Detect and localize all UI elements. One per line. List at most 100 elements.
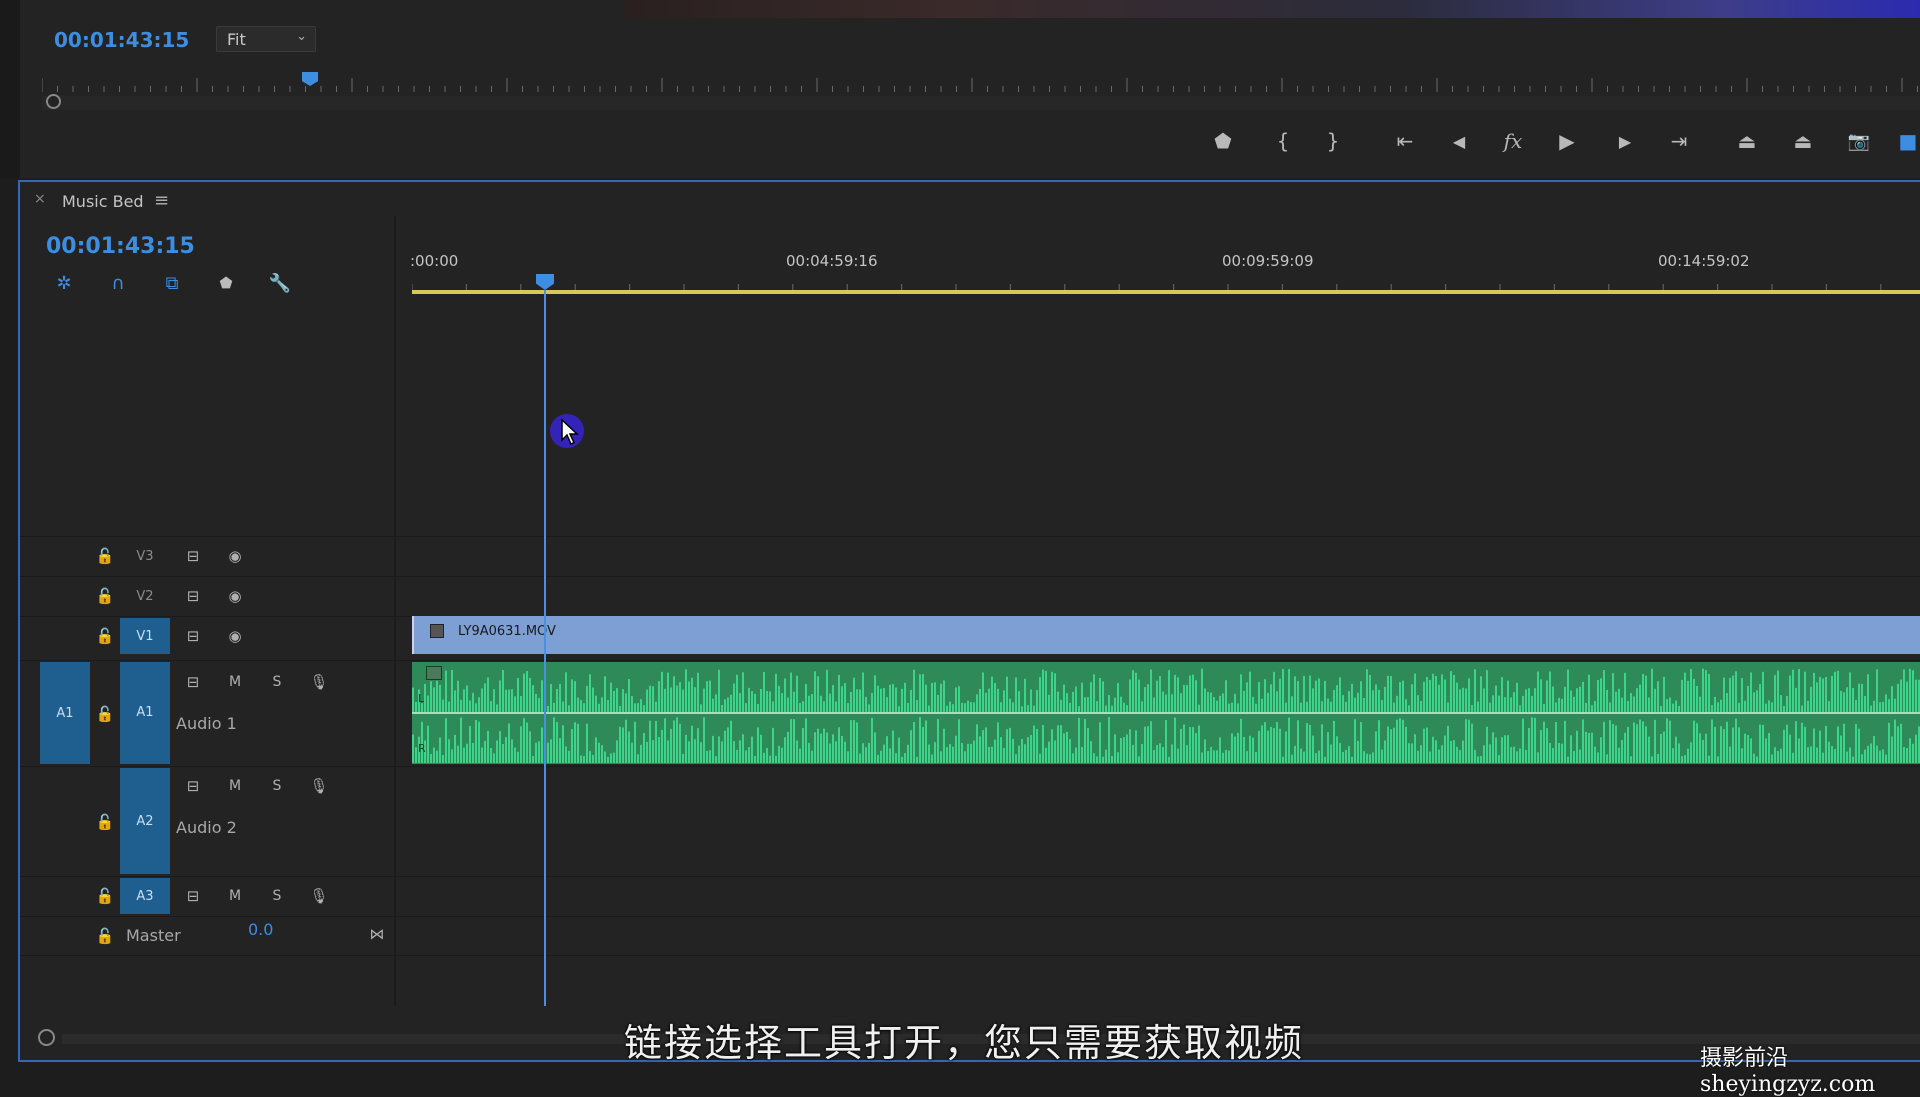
lock-icon[interactable]: 🔓	[96, 704, 115, 724]
sync-lock-icon[interactable]: ⊟	[180, 544, 206, 568]
go-to-out-icon[interactable]: ⇥	[1664, 128, 1694, 154]
export-frame-icon[interactable]: 📷	[1844, 128, 1874, 154]
track-label-a2[interactable]: A2	[120, 768, 170, 874]
eye-icon[interactable]: ◉	[222, 624, 248, 648]
solo-button[interactable]: S	[264, 884, 290, 908]
waveform-bar	[766, 748, 768, 763]
audio-clip[interactable]: L R	[412, 662, 1920, 764]
waveform-bar	[1243, 736, 1245, 763]
waveform-bar	[1324, 680, 1326, 712]
step-forward-icon[interactable]: ▶	[1610, 128, 1640, 154]
microphone-icon[interactable]: 🎙	[306, 884, 332, 908]
lock-icon[interactable]: 🔓	[96, 626, 115, 646]
eye-icon[interactable]: ◉	[222, 544, 248, 568]
waveform-bar	[1717, 756, 1719, 763]
solo-button[interactable]: S	[264, 670, 290, 694]
go-to-edit-point-icon[interactable]: ⋈	[364, 922, 390, 946]
waveform-bar	[499, 731, 501, 763]
sequence-tab[interactable]: Music Bed	[62, 192, 144, 211]
waveform-bar	[1120, 696, 1122, 712]
work-area-bar[interactable]	[412, 290, 1920, 294]
waveform-bar	[550, 739, 552, 763]
timeline-zoom-handle[interactable]	[38, 1029, 55, 1046]
monitor-timecode[interactable]: 00:01:43:15	[54, 28, 189, 52]
extract-icon[interactable]: ⏏	[1788, 128, 1818, 154]
waveform-bar	[1204, 688, 1206, 712]
track-label-v3[interactable]: V3	[120, 538, 170, 574]
lock-icon[interactable]: 🔓	[96, 812, 115, 832]
sync-lock-icon[interactable]: ⊟	[180, 670, 206, 694]
volume-line[interactable]	[412, 712, 1920, 714]
track-label-v1[interactable]: V1	[120, 618, 170, 654]
monitor-zoom-handle[interactable]	[46, 94, 61, 109]
step-back-icon[interactable]: ◀	[1444, 128, 1474, 154]
track-label-a3[interactable]: A3	[120, 878, 170, 914]
sync-lock-icon[interactable]: ⊟	[180, 584, 206, 608]
solo-button[interactable]: S	[264, 774, 290, 798]
panel-menu-icon[interactable]: ≡	[154, 190, 169, 211]
timeline-timecode[interactable]: 00:01:43:15	[46, 234, 195, 259]
lock-icon[interactable]: 🔓	[96, 546, 115, 566]
waveform-bar	[1228, 703, 1230, 712]
video-clip[interactable]: LY9A0631.MOV	[412, 616, 1920, 654]
linked-selection-icon[interactable]: ⧉	[158, 270, 186, 296]
waveform-bar	[1492, 732, 1494, 763]
playhead-line[interactable]	[544, 290, 546, 1006]
waveform-bar	[1519, 748, 1521, 763]
waveform-bar	[1096, 701, 1098, 712]
lock-icon[interactable]: 🔓	[96, 586, 115, 606]
waveform-bar	[811, 750, 813, 763]
sync-lock-icon[interactable]: ⊟	[180, 884, 206, 908]
waveform-bar	[1417, 750, 1419, 763]
waveform-bar	[832, 734, 834, 763]
waveform-bar	[1591, 732, 1593, 763]
waveform-bar	[652, 686, 654, 712]
mute-button[interactable]: M	[222, 670, 248, 694]
eye-icon[interactable]: ◉	[222, 584, 248, 608]
waveform-bar	[958, 719, 960, 763]
waveform-bar	[1912, 670, 1914, 712]
monitor-time-ruler[interactable]	[42, 70, 1920, 92]
wrench-icon[interactable]: 🔧	[266, 270, 294, 296]
sync-lock-icon[interactable]: ⊟	[180, 774, 206, 798]
waveform-bar	[982, 730, 984, 763]
track-label-a1[interactable]: A1	[120, 662, 170, 764]
master-volume-value[interactable]: 0.0	[248, 920, 273, 939]
go-to-in-icon[interactable]: ⇤	[1390, 128, 1420, 154]
lift-icon[interactable]: ⏏	[1732, 128, 1762, 154]
waveform-bar	[1354, 697, 1356, 712]
mute-button[interactable]: M	[222, 774, 248, 798]
mark-in-icon[interactable]: {	[1268, 128, 1298, 154]
waveform-bar	[1222, 752, 1224, 763]
sync-lock-icon[interactable]: ⊟	[180, 624, 206, 648]
waveform-bar	[1744, 700, 1746, 712]
waveform-bar	[826, 669, 828, 712]
monitor-zoom-bar[interactable]	[42, 96, 1920, 110]
waveform-bar	[1711, 705, 1713, 712]
waveform-bar	[1897, 726, 1899, 763]
lock-icon[interactable]: 🔓	[96, 886, 115, 906]
zoom-fit-select[interactable]: Fit ⌄	[216, 26, 316, 52]
lock-icon[interactable]: 🔓	[96, 926, 115, 946]
waveform-bar	[1609, 720, 1611, 763]
snap-icon[interactable]: ∩	[104, 270, 132, 296]
waveform-bar	[502, 670, 504, 712]
mark-out-icon[interactable]: }	[1318, 128, 1348, 154]
add-marker-icon[interactable]: ⬟	[1208, 128, 1238, 154]
waveform-bar	[1156, 745, 1158, 763]
microphone-icon[interactable]: 🎙	[306, 670, 332, 694]
track-name-a2: Audio 2	[176, 818, 237, 837]
comparison-view-icon[interactable]: ■	[1896, 128, 1920, 154]
add-marker-icon[interactable]: ⬟	[212, 270, 240, 296]
waveform-bar	[1732, 727, 1734, 763]
source-patch-a1[interactable]: A1	[40, 662, 90, 764]
fx-icon[interactable]: fx	[1498, 128, 1528, 154]
waveform-bar	[790, 719, 792, 763]
mute-button[interactable]: M	[222, 884, 248, 908]
track-label-v2[interactable]: V2	[120, 578, 170, 614]
play-icon[interactable]: ▶	[1552, 128, 1582, 154]
waveform-bar	[631, 696, 633, 712]
microphone-icon[interactable]: 🎙	[306, 774, 332, 798]
close-icon[interactable]: ×	[34, 191, 46, 207]
nest-toggle-icon[interactable]: ✲	[50, 270, 78, 296]
